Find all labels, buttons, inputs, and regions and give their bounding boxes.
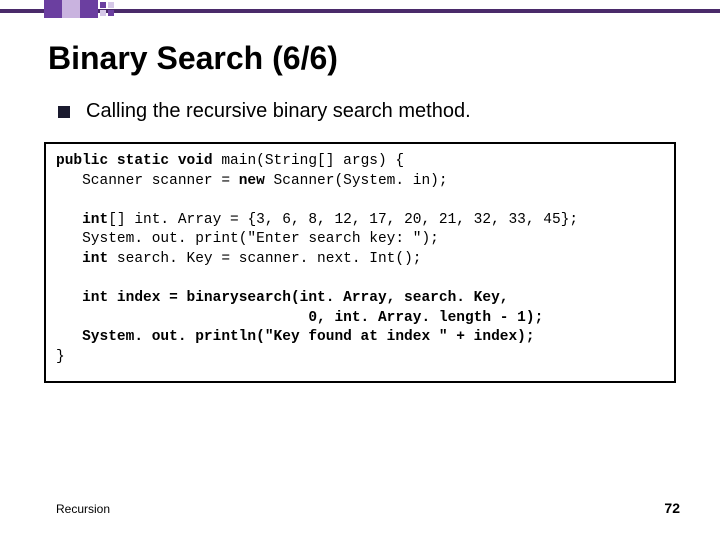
accent-dot — [108, 10, 114, 16]
bullet-item: Calling the recursive binary search meth… — [58, 100, 471, 123]
code-text: Scanner scanner = — [56, 173, 239, 189]
code-text: Scanner(System. in); — [265, 173, 448, 189]
accent-dot — [108, 2, 114, 8]
code-text: } — [56, 349, 65, 365]
code-text-bold: 0, int. Array. length - 1); — [56, 310, 543, 326]
code-keyword: int — [56, 251, 108, 267]
slide-accent-bar — [0, 0, 720, 20]
code-text: System. out. print("Enter search key: ")… — [56, 231, 439, 247]
code-block: public static void main(String[] args) {… — [44, 142, 676, 383]
accent-square — [80, 0, 98, 18]
page-number: 72 — [664, 500, 680, 516]
code-text: main(String[] args) { — [213, 153, 404, 169]
footer-topic: Recursion — [56, 502, 110, 516]
slide-title: Binary Search (6/6) — [48, 40, 338, 77]
accent-square — [62, 0, 80, 18]
code-text-bold: System. out. println("Key found at index… — [56, 329, 535, 345]
code-keyword: int — [56, 212, 108, 228]
code-text: [] int. Array = {3, 6, 8, 12, 17, 20, 21… — [108, 212, 578, 228]
code-text: search. Key = scanner. next. Int(); — [108, 251, 421, 267]
bullet-text: Calling the recursive binary search meth… — [86, 100, 471, 123]
code-keyword: public static void — [56, 153, 213, 169]
code-text-bold: int index = binarysearch(int. Array, sea… — [56, 290, 508, 306]
code-keyword: new — [239, 173, 265, 189]
accent-dot — [100, 10, 106, 16]
accent-square — [44, 0, 62, 18]
bullet-square-icon — [58, 106, 70, 118]
accent-dot — [100, 2, 106, 8]
